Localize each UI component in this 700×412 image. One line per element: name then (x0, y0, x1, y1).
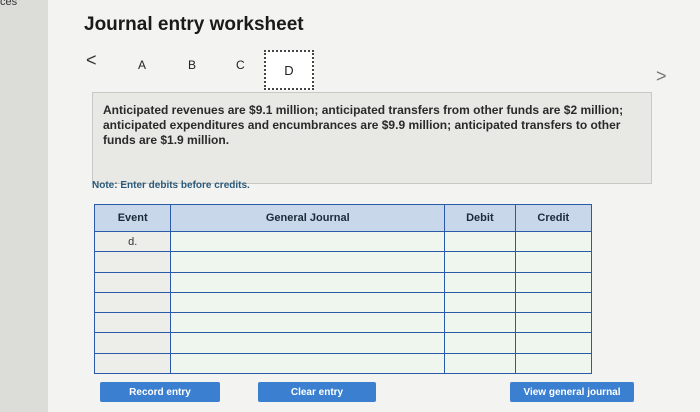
header-general-journal: General Journal (170, 204, 446, 232)
tab-d[interactable]: D (264, 50, 314, 90)
tab-b[interactable]: B (188, 58, 196, 72)
credit-cell[interactable] (514, 291, 593, 314)
header-debit: Debit (444, 204, 516, 232)
debit-cell[interactable] (444, 251, 516, 273)
event-cell (93, 291, 172, 314)
tab-c[interactable]: C (236, 58, 245, 72)
table-row (93, 291, 593, 314)
general-journal-cell[interactable] (170, 312, 446, 334)
header-credit: Credit (514, 204, 593, 232)
event-cell (93, 251, 172, 273)
table-row (93, 352, 593, 375)
debit-cell[interactable] (444, 312, 516, 334)
tab-a[interactable]: A (138, 58, 146, 72)
credit-cell[interactable] (514, 230, 593, 253)
corner-text: ces (0, 0, 18, 8)
event-cell (93, 312, 172, 334)
table-row (93, 312, 593, 334)
next-arrow-icon[interactable]: > (656, 66, 667, 87)
event-cell (93, 332, 172, 354)
general-journal-cell[interactable] (170, 230, 446, 253)
general-journal-cell[interactable] (170, 352, 446, 375)
event-cell (93, 352, 172, 375)
prev-arrow-icon[interactable]: < (86, 50, 97, 71)
table-row: d. (93, 230, 593, 253)
general-journal-cell[interactable] (170, 291, 446, 314)
clear-entry-button[interactable]: Clear entry (258, 382, 376, 402)
event-cell: d. (93, 230, 172, 253)
record-entry-button[interactable]: Record entry (100, 382, 220, 402)
table-row (93, 271, 593, 293)
credit-cell[interactable] (514, 271, 593, 293)
general-journal-cell[interactable] (170, 271, 446, 293)
credit-cell[interactable] (514, 251, 593, 273)
view-general-journal-button[interactable]: View general journal (510, 382, 634, 402)
debit-cell[interactable] (444, 332, 516, 354)
table-row (93, 332, 593, 354)
description-box: Anticipated revenues are $9.1 million; a… (92, 92, 652, 184)
header-event: Event (93, 204, 172, 232)
page-title: Journal entry worksheet (84, 14, 304, 35)
general-journal-cell[interactable] (170, 332, 446, 354)
debit-cell[interactable] (444, 291, 516, 314)
journal-table: Event General Journal Debit Credit d. (93, 204, 593, 375)
credit-cell[interactable] (514, 352, 593, 375)
event-cell (93, 271, 172, 293)
credit-cell[interactable] (514, 332, 593, 354)
debit-cell[interactable] (444, 352, 516, 375)
credit-cell[interactable] (514, 312, 593, 334)
debit-cell[interactable] (444, 230, 516, 253)
general-journal-cell[interactable] (170, 251, 446, 273)
debit-cell[interactable] (444, 271, 516, 293)
note-text: Note: Enter debits before credits. (92, 180, 250, 191)
table-row (93, 251, 593, 273)
